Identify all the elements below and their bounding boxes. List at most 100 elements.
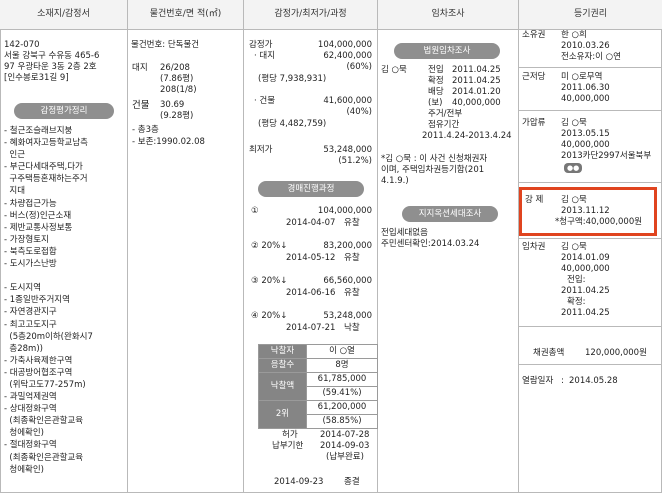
table-row: 응찰수 8명 (258, 358, 378, 373)
round-4-no: ④ 20%↓ (251, 311, 288, 321)
round-4-result: 낙찰 (344, 323, 360, 333)
preservation-date: - 보존:1990.02.08 (132, 137, 205, 147)
second-bid-value: 61,200,000 (306, 400, 378, 415)
census-line-1: 전입세대없음 (381, 228, 428, 238)
appraisal-note: - 부근다세대주택,다가 (4, 162, 83, 173)
tenant-deposit-label: (보) (428, 98, 443, 108)
property-number: 물건번호: 단독물건 (131, 40, 200, 50)
seizure-date: 2013.05.15 (561, 129, 610, 139)
round-2-result: 유찰 (344, 253, 360, 263)
round-3-no: ③ 20%↓ (251, 276, 288, 286)
land-area: 26/208 (160, 63, 190, 73)
winner-value: 이 ○열 (306, 344, 378, 359)
appraisal-note: - 철근조슬래브지붕 (4, 126, 73, 136)
seizure-holder: 김 ○묵 (561, 118, 587, 128)
appraisal-summary-button[interactable]: 감정평가정리 (14, 103, 114, 119)
floors-info: - 총3층 (132, 125, 159, 135)
tenant-fixed-label: 확정 (428, 76, 444, 86)
appraisal-note: - 도시지역 (4, 283, 42, 294)
appraisal-note: - 상대정화구역 (4, 404, 57, 415)
appraisal-note: - 1종일반주거지역 (4, 295, 70, 306)
owner-date: 2010.03.26 (561, 41, 610, 51)
appraisal-note: - 가장형토지 (4, 234, 49, 245)
address-line-2: 97 우광타운 3동 2층 2호 (4, 62, 97, 72)
tenant-fixed-date: 2011.04.25 (452, 76, 501, 86)
second-bid-label: 2위 (258, 400, 307, 429)
round-1-result: 유찰 (344, 218, 360, 228)
total-claims-value: 120,000,000원 (585, 348, 647, 358)
round-2-amount: 83,200,000 (323, 241, 372, 251)
appraisal-note: (5층20m이하(완화시7 (4, 331, 93, 342)
winner-label: 낙찰자 (258, 344, 307, 359)
appraisal-note: 청에확인) (4, 428, 45, 439)
end-date: 2014-09-23 (274, 477, 324, 487)
round-2-date: 2014-05-12 (286, 253, 336, 263)
appraisal-note: - 차량접근가능 (4, 198, 57, 209)
auction-result-table: 낙찰자 이 ○열 응찰수 8명 낙찰액 61,785,000 (59.41%) … (258, 344, 378, 429)
appraisal-note: 층28m)) (4, 343, 43, 354)
tenant-note-3: 4.1.9.) (381, 176, 409, 186)
household-survey-button[interactable]: 지지옥션세대조사 (402, 206, 498, 222)
building-area: 30.69 (160, 100, 185, 110)
appraisal-note: 청에확인) (4, 464, 45, 475)
header-tenant: 임차조사 (378, 0, 519, 30)
total-claims-label: 채권총액 (533, 348, 565, 358)
divider (519, 326, 662, 327)
appraisal-note: (최종확인은관할교육 (4, 416, 84, 427)
tenant-note-2: 이며, 주택임차권등기함(201 (381, 165, 485, 175)
appraisal-note: 인근 (4, 150, 26, 161)
round-3-result: 유찰 (344, 288, 360, 298)
appraisal-note: - 절대정화구역 (4, 440, 57, 451)
land-pyeong: (7.86평) (160, 74, 194, 84)
zip-code: 142-070 (4, 40, 40, 50)
divider (519, 67, 662, 68)
tenant-dividend-date: 2014.01.20 (452, 87, 501, 97)
appraisal-note: - 북측도로접함 (4, 246, 57, 257)
court-tenant-survey-button[interactable]: 법원임차조사 (394, 43, 500, 59)
rights-column: 소유권 한 ○희 2010.03.26 전소유자:이 ○연 근저당 미 ○로무역… (519, 30, 662, 493)
tenant-period: 2011.4.24-2013.4.24 (422, 131, 512, 141)
location-column: 142-070 서울 강북구 수유동 465-6 97 우광타운 3동 2층 2… (0, 30, 128, 493)
mortgage-amount: 40,000,000 (561, 94, 610, 104)
end-result: 종결 (344, 477, 360, 487)
tenant-deposit-amount: 40,000,000 (452, 98, 501, 108)
appraisal-note: - 자연경관지구 (4, 307, 57, 318)
divider (519, 110, 662, 111)
table-row: 낙찰액 61,785,000 (258, 372, 378, 401)
lease-fixed-label: 확정: (567, 297, 586, 307)
appraisal-note: - 최고고도지구 (4, 319, 57, 330)
auction-process-button[interactable]: 경매진행과정 (258, 181, 364, 197)
tenant-note-1: *김 ○묵 : 이 사건 신청채권자 (381, 154, 488, 164)
appraisal-note: 구주택등혼재하는주거 (4, 174, 88, 185)
lease-move-in-date: 2011.04.25 (561, 286, 610, 296)
appraisal-note: - 도시가스난방 (4, 259, 57, 270)
building-price-pct: (40%) (346, 107, 372, 117)
address-line-1: 서울 강북구 수유동 465-6 (4, 51, 100, 61)
appraisal-notes: - 철근조슬래브지붕 - 혜화여자고등학교남측 인근 - 부근다세대주택,다가 구주… (4, 125, 93, 476)
deadline-date: 2014-09-03 (320, 441, 370, 451)
lease-right-date: 2014.01.09 (561, 253, 610, 263)
seizure-case-number: 2013카단2997서울북부 (561, 151, 652, 161)
more-info-badge[interactable]: ●● (564, 163, 583, 173)
tenant-move-in-date: 2011.04.25 (452, 65, 501, 75)
deadline-label: 납부기한 (272, 441, 304, 451)
compulsory-auction-highlight (519, 187, 657, 236)
appraisal-note: 지대 (4, 186, 26, 197)
round-1-no: ① (251, 206, 259, 216)
appraisal-note (4, 270, 93, 282)
round-4-date: 2014-07-21 (286, 323, 336, 333)
census-line-2: 주민센터확인:2014.03.24 (381, 239, 480, 249)
mortgage-label: 근저당 (522, 72, 546, 82)
divider (519, 238, 662, 239)
owner-label: 소유권 (522, 30, 546, 40)
appraisal-value: 104,000,000 (317, 40, 372, 50)
winning-bid-label: 낙찰액 (258, 372, 307, 401)
appraisal-note: - 제반교통사정보통 (4, 222, 73, 233)
deadline-note: (납부완료) (326, 452, 364, 462)
header-rights: 등기권리 (519, 0, 662, 30)
table-row: 2위 61,200,000 (258, 400, 378, 429)
minimum-price-pct: (51.2%) (338, 156, 372, 166)
building-pyeong: (9.28평) (160, 111, 194, 121)
appraisal-note: (최종확인은관할교육 (4, 452, 84, 463)
mortgage-holder: 미 ○로무역 (561, 72, 603, 82)
